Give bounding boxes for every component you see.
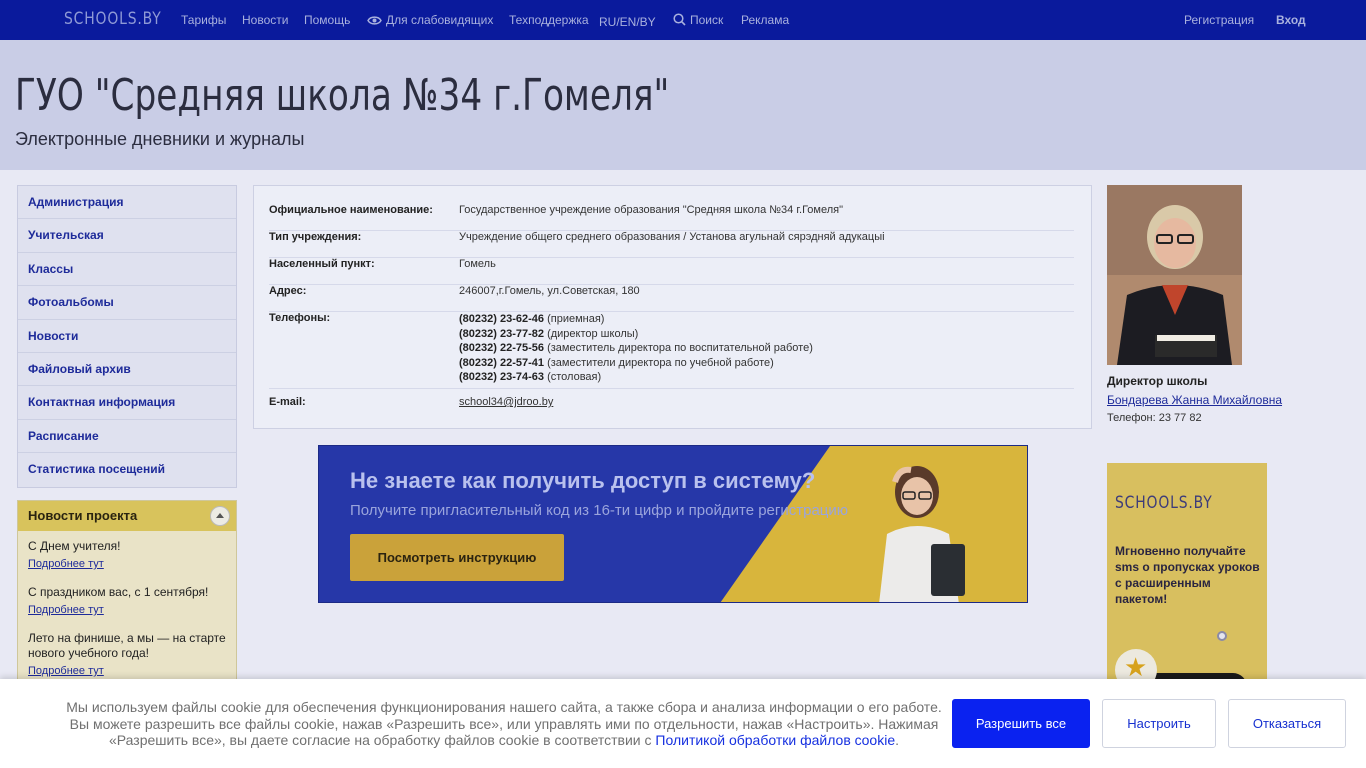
nav-ads[interactable]: Реклама: [741, 13, 789, 27]
phone-entry: (80232) 23-74-63 (столовая): [459, 370, 813, 385]
sidebar-menu: Администрация Учительская Классы Фотоаль…: [17, 185, 237, 488]
search-icon: [673, 13, 686, 29]
phone-entry: (80232) 23-77-82 (директор школы): [459, 327, 813, 342]
banner-title: Не знаете как получить доступ в систему?: [350, 468, 816, 493]
nav-language[interactable]: RU/EN/BY: [599, 15, 656, 29]
info-row-official-name: Официальное наименование: Государственно…: [269, 204, 1074, 231]
news-item-text: С праздником вас, с 1 сентября!: [28, 585, 209, 599]
info-label: Адрес:: [269, 285, 307, 297]
info-value: Учреждение общего среднего образования /…: [459, 231, 885, 243]
info-label: Населенный пункт:: [269, 258, 375, 270]
sidebar-item-contacts[interactable]: Контактная информация: [18, 386, 236, 420]
sidebar-item-file-archive[interactable]: Файловый архив: [18, 353, 236, 387]
phone-note: (заместители директора по учебной работе…: [547, 356, 774, 369]
nav-tariffs[interactable]: Тарифы: [181, 13, 226, 27]
nav-help[interactable]: Помощь: [304, 13, 350, 27]
info-value: Гомель: [459, 258, 496, 270]
sidebar-item-teachers-room[interactable]: Учительская: [18, 219, 236, 253]
info-value: 246007,г.Гомель, ул.Советская, 180: [459, 285, 640, 297]
news-item: С Днем учителя! Подробнее тут: [18, 531, 236, 570]
phone-number: (80232) 22-75-56: [459, 342, 545, 354]
nav-accessibility[interactable]: Для слабовидящих: [367, 13, 493, 29]
phone-entry: (80232) 23-62-46 (приемная): [459, 312, 813, 327]
news-item-more-link[interactable]: Подробнее тут: [28, 665, 104, 677]
info-label: Официальное наименование:: [269, 204, 433, 216]
sidebar-item-photo-albums[interactable]: Фотоальбомы: [18, 286, 236, 320]
ad-indicator-dot: [1217, 631, 1227, 641]
nav-accessibility-label: Для слабовидящих: [386, 13, 494, 27]
phone-note: (директор школы): [547, 327, 639, 340]
banner-subtitle: Получите пригласительный код из 16-ти ци…: [350, 502, 849, 519]
eye-icon: [367, 15, 382, 29]
allow-all-button[interactable]: Разрешить все: [952, 699, 1090, 748]
nav-search[interactable]: Поиск: [673, 13, 723, 29]
phone-number: (80232) 22-57-41: [459, 356, 545, 369]
project-news-header: Новости проекта: [18, 501, 236, 531]
news-item: С праздником вас, с 1 сентября! Подробне…: [18, 570, 236, 616]
phone-note: (столовая): [547, 371, 602, 383]
info-row-email: E-mail: school34@jdroo.by: [269, 396, 1074, 420]
page-title: ГУО "Средняя школа №34 г.Гомеля": [15, 70, 670, 121]
cookie-message: Мы используем файлы cookie для обеспечен…: [60, 699, 948, 749]
cookie-consent-bar: Мы используем файлы cookie для обеспечен…: [0, 679, 1366, 768]
phone-note: (заместитель директора по воспитательной…: [547, 342, 813, 354]
phone-number: (80232) 23-74-63: [459, 371, 545, 383]
sms-promo-ad[interactable]: SCHOOLS.BY Мгновенно получайте sms о про…: [1107, 463, 1267, 693]
access-instruction-banner[interactable]: Не знаете как получить доступ в систему?…: [318, 445, 1028, 603]
email-link[interactable]: school34@jdroo.by: [459, 396, 553, 408]
phone-number: (80232) 23-62-46: [459, 313, 545, 325]
site-logo[interactable]: SCHOOLS.BY: [64, 9, 162, 29]
phone-entry: (80232) 22-57-41 (заместители директора …: [459, 356, 813, 371]
phone-number: (80232) 23-77-82: [459, 327, 545, 340]
configure-button[interactable]: Настроить: [1102, 699, 1216, 748]
reject-button[interactable]: Отказаться: [1228, 699, 1346, 748]
phone-entry: (80232) 22-75-56 (заместитель директора …: [459, 341, 813, 356]
director-name-link[interactable]: Бондарева Жанна Михайловна: [1107, 393, 1282, 407]
info-label: Тип учреждения:: [269, 231, 362, 243]
school-header: ГУО "Средняя школа №34 г.Гомеля" Электро…: [0, 40, 1366, 170]
sidebar-item-schedule[interactable]: Расписание: [18, 420, 236, 454]
phone-note: (приемная): [547, 313, 605, 325]
phone-list: (80232) 23-62-46 (приемная) (80232) 23-7…: [459, 312, 813, 385]
woman-illustration: [879, 466, 965, 602]
info-row-phones: Телефоны: (80232) 23-62-46 (приемная) (8…: [269, 312, 1074, 389]
nav-news[interactable]: Новости: [242, 13, 288, 27]
news-item-more-link[interactable]: Подробнее тут: [28, 604, 104, 616]
collapse-up-icon[interactable]: [210, 506, 230, 526]
info-row-city: Населенный пункт: Гомель: [269, 258, 1074, 285]
sidebar-item-classes[interactable]: Классы: [18, 253, 236, 287]
info-row-address: Адрес: 246007,г.Гомель, ул.Советская, 18…: [269, 285, 1074, 312]
news-item-more-link[interactable]: Подробнее тут: [28, 558, 104, 570]
info-label: Телефоны:: [269, 312, 331, 324]
nav-support[interactable]: Техподдержка: [509, 13, 589, 27]
info-label: E-mail:: [269, 396, 306, 408]
sidebar-item-news[interactable]: Новости: [18, 320, 236, 353]
ad-text: Мгновенно получайте sms о пропусках урок…: [1115, 544, 1260, 606]
news-item-text: Лето на финише, а мы — на старте нового …: [28, 631, 226, 660]
login-link[interactable]: Вход: [1276, 13, 1306, 27]
info-row-type: Тип учреждения: Учреждение общего средне…: [269, 231, 1074, 258]
news-item-text: С Днем учителя!: [28, 539, 121, 553]
news-item: Лето на финише, а мы — на старте нового …: [18, 616, 236, 677]
school-info-card: Официальное наименование: Государственно…: [253, 185, 1092, 429]
top-navigation-bar: SCHOOLS.BY Тарифы Новости Помощь Для сла…: [0, 0, 1366, 40]
director-phone: Телефон: 23 77 82: [1107, 412, 1202, 424]
sidebar-item-administration[interactable]: Администрация: [18, 186, 236, 220]
project-news-panel: Новости проекта С Днем учителя! Подробне…: [17, 500, 237, 690]
cookie-message-end: .: [895, 732, 900, 748]
director-role: Директор школы: [1107, 374, 1208, 388]
page-subtitle: Электронные дневники и журналы: [15, 129, 305, 149]
info-value: Государственное учреждение образования "…: [459, 204, 843, 216]
ad-brand-logo: SCHOOLS.BY: [1115, 493, 1213, 513]
project-news-title: Новости проекта: [28, 508, 138, 523]
director-portrait-image: [1107, 185, 1242, 365]
register-link[interactable]: Регистрация: [1184, 13, 1254, 27]
director-photo: [1107, 185, 1242, 365]
cookie-policy-link[interactable]: Политикой обработки файлов cookie: [655, 732, 895, 748]
sidebar-item-statistics[interactable]: Статистика посещений: [18, 453, 236, 486]
view-instruction-button[interactable]: Посмотреть инструкцию: [350, 534, 564, 581]
nav-search-label: Поиск: [690, 13, 724, 27]
